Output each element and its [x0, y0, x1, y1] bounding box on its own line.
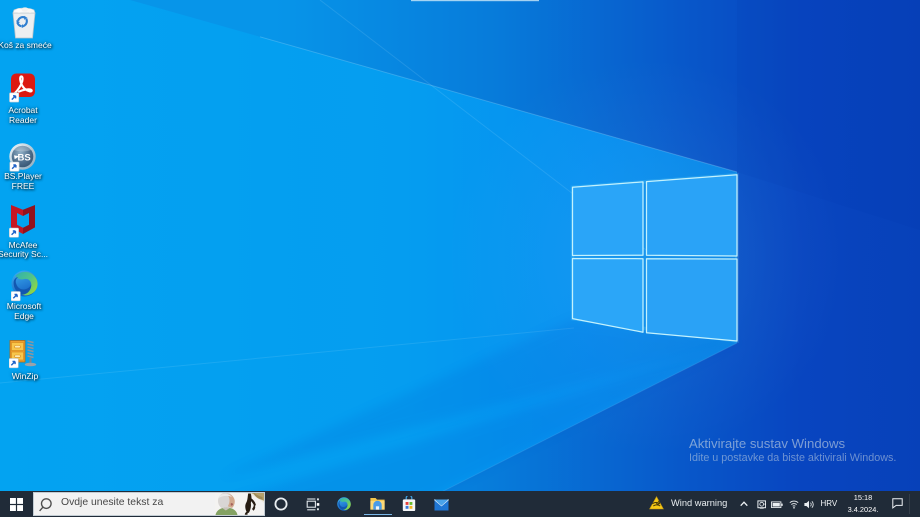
svg-text:BS: BS	[17, 152, 30, 163]
